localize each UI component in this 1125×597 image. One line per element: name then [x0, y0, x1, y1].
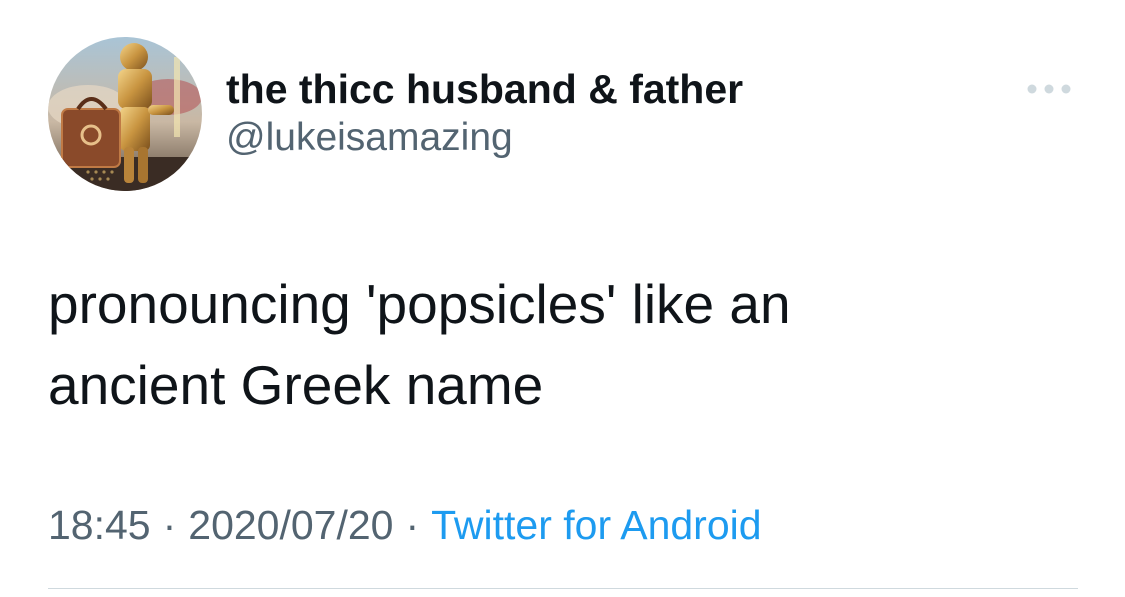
separator-dot: ·	[162, 502, 177, 548]
tweet-time[interactable]: 18:45	[48, 502, 151, 548]
avatar-image	[48, 37, 202, 191]
more-options-button[interactable]	[1024, 78, 1074, 100]
author-display-name[interactable]: the thicc husband & father	[226, 64, 743, 114]
tweet-date[interactable]: 2020/07/20	[188, 502, 393, 548]
tweet-source-link[interactable]: Twitter for Android	[431, 502, 761, 548]
separator-dot: ·	[405, 502, 420, 548]
divider	[48, 588, 1078, 589]
avatar[interactable]	[48, 37, 202, 191]
author-block: the thicc husband & father @lukeisamazin…	[226, 64, 743, 162]
tweet-text: pronouncing 'popsicles' like an ancient …	[48, 273, 791, 416]
more-options-icon	[1027, 84, 1071, 94]
author-handle[interactable]: @lukeisamazing	[226, 114, 743, 162]
tweet-metadata: 18:45 · 2020/07/20 · Twitter for Android	[48, 500, 762, 550]
tweet-card: the thicc husband & father @lukeisamazin…	[0, 0, 1125, 597]
